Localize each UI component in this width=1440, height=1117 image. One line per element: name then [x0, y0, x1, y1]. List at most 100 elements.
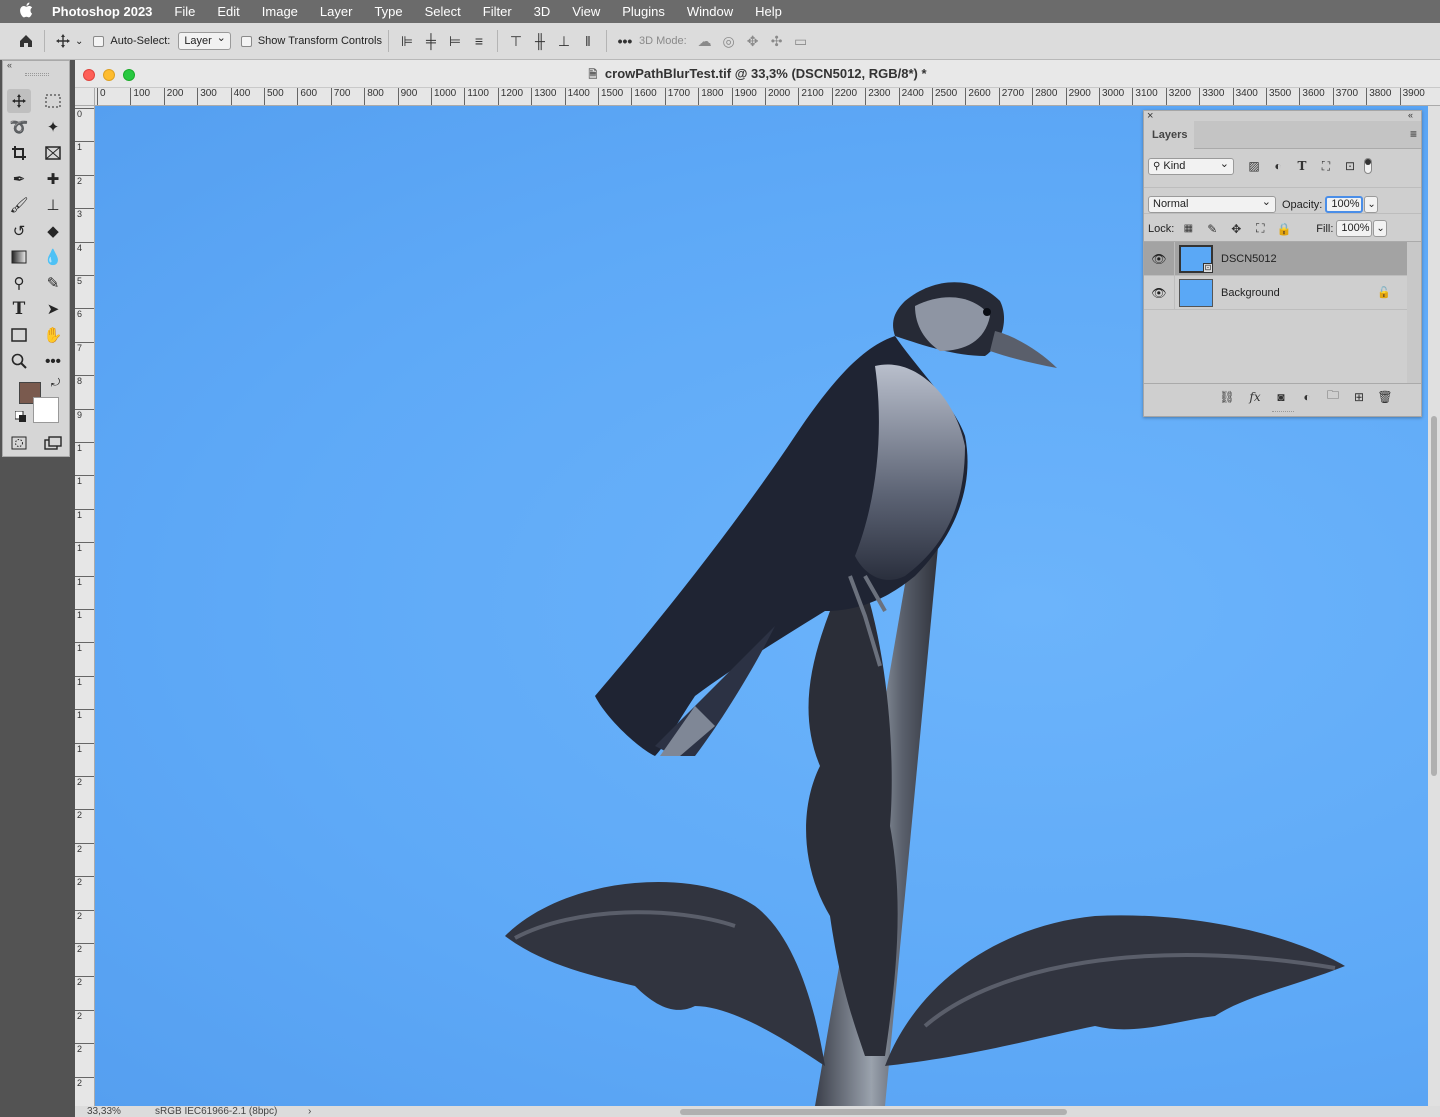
move-tool-icon[interactable]: [7, 89, 31, 113]
layer-thumbnail[interactable]: [1179, 278, 1213, 307]
minimize-window-button[interactable]: [103, 69, 115, 81]
layers-scrollbar[interactable]: [1407, 242, 1421, 384]
zoom-window-button[interactable]: [123, 69, 135, 81]
move-tool-icon[interactable]: [51, 29, 75, 53]
blur-tool-icon[interactable]: 💧: [41, 245, 65, 269]
edit-toolbar-icon[interactable]: •••: [41, 349, 65, 373]
collapse-panel-icon[interactable]: «: [1408, 110, 1413, 120]
group-folder-icon[interactable]: 🗀: [1323, 388, 1343, 406]
show-transform-checkbox[interactable]: [240, 35, 252, 47]
horizontal-ruler[interactable]: 0 100 200 300 400 500 600 700 800 900 1000 1100 1200…: [95, 88, 1440, 106]
blend-mode-dropdown[interactable]: Normal ⌄: [1148, 196, 1276, 213]
healing-brush-tool-icon[interactable]: ✚: [41, 167, 65, 191]
default-colors-icon[interactable]: [14, 410, 27, 423]
filter-toggle-icon[interactable]: [1364, 158, 1372, 174]
opacity-slider-toggle[interactable]: ⌄: [1364, 196, 1379, 213]
3d-slide-icon[interactable]: ✣: [765, 29, 789, 53]
menu-edit[interactable]: Edit: [217, 4, 239, 19]
app-name-menu[interactable]: Photoshop 2023: [52, 4, 152, 19]
gradient-tool-icon[interactable]: [7, 245, 31, 269]
layer-row-dscn5012[interactable]: 👁 ⊡ DSCN5012: [1144, 241, 1407, 276]
menu-3d[interactable]: 3D: [534, 4, 551, 19]
swap-colors-icon[interactable]: ⤾: [51, 377, 60, 390]
lock-artboard-icon[interactable]: ⛶: [1250, 220, 1270, 238]
distribute-h-icon[interactable]: ≡: [467, 29, 491, 53]
lasso-tool-icon[interactable]: ➰: [7, 115, 31, 139]
quick-mask-icon[interactable]: [7, 431, 31, 455]
status-arrow-icon[interactable]: ›: [308, 1106, 311, 1117]
magic-wand-tool-icon[interactable]: ✦: [41, 115, 65, 139]
align-left-icon[interactable]: ⊫: [395, 29, 419, 53]
type-tool-icon[interactable]: T: [7, 297, 31, 321]
brush-tool-icon[interactable]: 🖌: [7, 193, 31, 217]
hand-tool-icon[interactable]: ✋: [41, 323, 65, 347]
visibility-eye-icon[interactable]: 👁: [1144, 252, 1174, 266]
fx-icon[interactable]: fx: [1245, 388, 1265, 406]
lock-all-icon[interactable]: 🔒: [1274, 220, 1294, 238]
fill-slider-toggle[interactable]: ⌄: [1373, 220, 1388, 237]
frame-tool-icon[interactable]: [41, 141, 65, 165]
menu-plugins[interactable]: Plugins: [622, 4, 665, 19]
opacity-input[interactable]: 100%: [1325, 196, 1364, 213]
path-selection-tool-icon[interactable]: ➤: [41, 297, 65, 321]
menu-file[interactable]: File: [174, 4, 195, 19]
filter-adjustment-icon[interactable]: ◐: [1268, 157, 1288, 175]
eraser-tool-icon[interactable]: ◆: [41, 219, 65, 243]
layer-thumbnail[interactable]: ⊡: [1179, 244, 1213, 273]
vertical-scrollbar[interactable]: [1428, 106, 1440, 1106]
auto-select-checkbox[interactable]: [93, 35, 105, 47]
trash-icon[interactable]: 🗑: [1375, 388, 1395, 406]
visibility-eye-icon[interactable]: 👁: [1144, 286, 1174, 300]
align-top-icon[interactable]: ⊤: [504, 29, 528, 53]
vertical-ruler[interactable]: 0 1 2 3 4 5 6 7 8 9 1 1 1 1 1 1 1 1 1 1 2 2 2 2 2 2 2 2 2 2: [75, 106, 95, 1106]
menu-help[interactable]: Help: [755, 4, 782, 19]
new-layer-icon[interactable]: ⊞: [1349, 388, 1369, 406]
fill-input[interactable]: 100%: [1336, 220, 1373, 237]
menu-view[interactable]: View: [572, 4, 600, 19]
align-right-icon[interactable]: ⊨: [443, 29, 467, 53]
filter-kind-dropdown[interactable]: ⚲ Kind ⌄: [1148, 157, 1234, 175]
mask-icon[interactable]: ◙: [1271, 388, 1291, 406]
ruler-corner[interactable]: [75, 88, 95, 106]
history-brush-tool-icon[interactable]: ↺: [7, 219, 31, 243]
pen-tool-icon[interactable]: ✎: [41, 271, 65, 295]
menu-layer[interactable]: Layer: [320, 4, 353, 19]
align-center-h-icon[interactable]: ╪: [419, 29, 443, 53]
align-bottom-icon[interactable]: ⊥: [552, 29, 576, 53]
menu-image[interactable]: Image: [262, 4, 298, 19]
panel-resize-grip[interactable]: [1272, 411, 1294, 414]
menu-select[interactable]: Select: [425, 4, 461, 19]
adjustment-icon[interactable]: ◐: [1297, 388, 1317, 406]
marquee-tool-icon[interactable]: [41, 89, 65, 113]
filter-type-icon[interactable]: T: [1292, 157, 1312, 175]
auto-select-dropdown[interactable]: Layer: [178, 30, 231, 50]
home-icon[interactable]: [14, 29, 38, 53]
layer-name[interactable]: DSCN5012: [1221, 253, 1277, 265]
3d-roll-icon[interactable]: ◎: [717, 29, 741, 53]
screen-mode-icon[interactable]: [41, 431, 65, 455]
lock-image-pixels-icon[interactable]: ✎: [1202, 220, 1222, 238]
lock-position-icon[interactable]: ✥: [1226, 220, 1246, 238]
panel-menu-icon[interactable]: ≡: [1410, 127, 1417, 141]
zoom-level[interactable]: 33,33%: [87, 1106, 121, 1117]
3d-camera-icon[interactable]: ▭: [789, 29, 813, 53]
filter-shape-icon[interactable]: ⛶: [1316, 157, 1336, 175]
layer-lock-icon[interactable]: 🔓: [1377, 286, 1391, 299]
3d-orbit-icon[interactable]: ☁: [693, 29, 717, 53]
filter-smart-object-icon[interactable]: ⊡: [1340, 157, 1360, 175]
more-options-icon[interactable]: •••: [613, 29, 637, 53]
layer-row-background[interactable]: 👁 Background 🔓: [1144, 275, 1407, 310]
tool-preset-chevron-icon[interactable]: ⌄: [75, 36, 83, 47]
3d-pan-icon[interactable]: ✥: [741, 29, 765, 53]
zoom-tool-icon[interactable]: [7, 349, 31, 373]
crop-tool-icon[interactable]: [7, 141, 31, 165]
toolbox-grip[interactable]: [25, 73, 49, 76]
link-icon[interactable]: ⛓: [1217, 388, 1237, 406]
distribute-v-icon[interactable]: ‖: [576, 29, 600, 53]
rectangle-tool-icon[interactable]: [7, 323, 31, 347]
toolbox-collapse-icon[interactable]: «: [7, 60, 12, 70]
menu-type[interactable]: Type: [374, 4, 402, 19]
apple-menu-icon[interactable]: [0, 2, 52, 21]
menu-filter[interactable]: Filter: [483, 4, 512, 19]
vertical-scroll-thumb[interactable]: [1431, 416, 1437, 776]
